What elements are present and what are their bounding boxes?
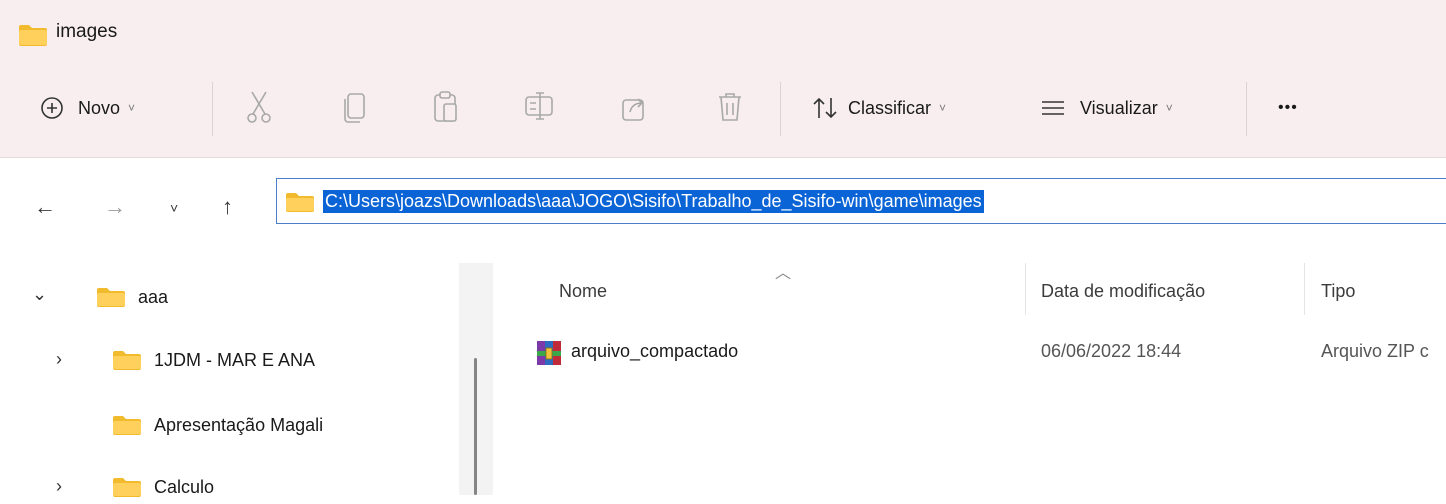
toolbar-divider: [212, 82, 213, 136]
new-label: Novo: [78, 97, 121, 118]
tree-item-label: aaa: [138, 287, 169, 307]
chevron-right-icon[interactable]: ›: [56, 476, 62, 497]
chevron-down-icon[interactable]: ⌄: [32, 284, 47, 305]
more-options-button[interactable]: •••: [1278, 88, 1298, 128]
delete-icon[interactable]: [716, 90, 744, 124]
tree-item-label: 1JDM - MAR E ANA: [154, 350, 316, 370]
file-row[interactable]: arquivo_compactado 06/06/2022 18:44 Arqu…: [493, 333, 1446, 373]
file-type: Arquivo ZIP c: [1321, 341, 1429, 361]
plus-circle-icon: [41, 97, 63, 119]
tree-item-label: Apresentação Magali: [154, 415, 324, 435]
tree-item-apresentacao-magali[interactable]: Apresentação Magali: [0, 408, 440, 442]
toolbar-divider: [780, 82, 781, 136]
navigation-pane: ⌄ aaa › 1JDM - MAR E ANA Apresentação Ma…: [0, 263, 470, 497]
address-bar[interactable]: C:\Users\joazs\Downloads\aaa\JOGO\Sisifo…: [276, 178, 1446, 224]
paste-icon[interactable]: [432, 90, 460, 124]
chevron-down-icon: ˅: [939, 101, 947, 115]
address-row: ← → ˅ ↑ C:\Users\joazs\Downloads\aaa\JOG…: [0, 159, 1446, 263]
navigation-scrollbar[interactable]: [459, 263, 493, 495]
column-header-modified[interactable]: Data de modificação: [1026, 263, 1304, 315]
file-name: arquivo_compactado: [571, 341, 739, 361]
column-label: Data de modificação: [1041, 281, 1206, 301]
copy-icon[interactable]: [342, 90, 368, 124]
new-button[interactable]: Novo ˅: [40, 88, 135, 128]
file-list: ︿ Nome Data de modificação Tipo arquivo_…: [493, 263, 1446, 495]
column-header-type[interactable]: Tipo: [1305, 263, 1446, 315]
file-modified: 06/06/2022 18:44: [1041, 341, 1182, 361]
command-bar: Novo ˅ Classificar ˅ Visualizar ˅ •••: [0, 62, 1446, 158]
folder-icon: [286, 193, 314, 212]
sort-button[interactable]: Classificar ˅: [812, 88, 946, 128]
chevron-down-icon: ˅: [128, 101, 136, 115]
recent-locations-chevron-icon[interactable]: ˅: [170, 200, 178, 216]
column-header-name[interactable]: ︿ Nome: [493, 263, 1026, 315]
back-arrow-icon[interactable]: ←: [34, 194, 56, 220]
chevron-right-icon[interactable]: ›: [56, 349, 62, 370]
address-path[interactable]: C:\Users\joazs\Downloads\aaa\JOGO\Sisifo…: [323, 190, 984, 213]
up-arrow-icon[interactable]: ↑: [222, 194, 233, 220]
chevron-down-icon: ˅: [1165, 101, 1173, 115]
toolbar-divider: [1246, 82, 1247, 136]
tree-item-calculo[interactable]: › Calculo: [0, 470, 440, 504]
tree-item-1jdm[interactable]: › 1JDM - MAR E ANA: [0, 343, 440, 377]
column-label: Nome: [559, 281, 608, 301]
sort-label: Classificar: [848, 97, 932, 118]
column-label: Tipo: [1321, 281, 1356, 301]
sort-ascending-icon: ︿: [775, 265, 792, 282]
title-bar: images: [0, 0, 1446, 62]
rename-icon[interactable]: [524, 90, 556, 124]
window-title: images: [56, 21, 118, 42]
sort-icon: [813, 97, 837, 119]
folder-icon: [113, 478, 141, 497]
view-button[interactable]: Visualizar ˅: [1040, 88, 1173, 128]
folder-icon: [19, 25, 47, 46]
forward-arrow-icon[interactable]: →: [104, 194, 126, 220]
folder-icon: [113, 351, 141, 370]
share-icon[interactable]: [620, 90, 648, 124]
zip-archive-icon: [537, 341, 561, 365]
cut-icon[interactable]: [246, 90, 272, 124]
tree-item-aaa[interactable]: ⌄ aaa: [0, 280, 440, 314]
view-icon: [1042, 101, 1064, 115]
view-label: Visualizar: [1080, 97, 1158, 118]
more-icon: •••: [1278, 99, 1298, 116]
scrollbar-thumb[interactable]: [474, 358, 477, 495]
folder-icon: [97, 288, 125, 307]
folder-icon: [113, 416, 141, 435]
